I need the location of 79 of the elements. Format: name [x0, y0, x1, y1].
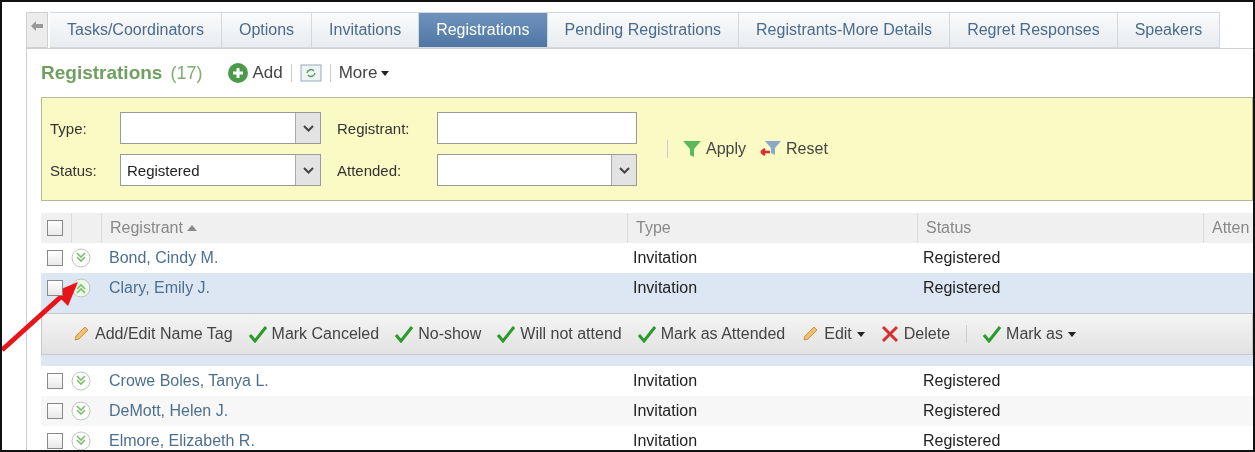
- action-button[interactable]: Will not attend: [497, 325, 622, 343]
- check-icon: [983, 325, 1002, 343]
- refresh-button[interactable]: [299, 64, 322, 82]
- filter-label: Attended:: [337, 161, 403, 179]
- action-button[interactable]: Add/Edit Name Tag: [72, 325, 233, 343]
- caret-icon: [1067, 331, 1076, 337]
- filter-label: Status:: [50, 161, 98, 179]
- tab[interactable]: Tasks/Coordinators: [50, 12, 222, 48]
- expand-icon[interactable]: [71, 431, 91, 450]
- table-cell-text: Registered: [922, 279, 1002, 297]
- table-cell-text: Registered: [922, 372, 1002, 390]
- select-all-checkbox[interactable]: [47, 220, 63, 236]
- filter-select[interactable]: Registered: [120, 154, 321, 186]
- registrant-link[interactable]: DeMott, Helen J.: [101, 402, 627, 420]
- table-row[interactable]: DeMott, Helen J. Invitation Registered: [41, 396, 1253, 426]
- row-checkbox[interactable]: [47, 403, 63, 419]
- table-cell-text: Invitation: [632, 279, 699, 297]
- check-icon: [395, 325, 414, 343]
- tab[interactable]: Speakers: [1117, 12, 1221, 48]
- registrant-link[interactable]: Clary, Emily J.: [101, 279, 627, 297]
- expand-icon[interactable]: [71, 371, 91, 391]
- tab[interactable]: Registrants-More Details: [739, 12, 951, 48]
- table-cell-text: Invitation: [632, 402, 699, 420]
- expand-icon[interactable]: [71, 248, 91, 268]
- chevron-down-icon: [618, 166, 630, 174]
- action-button[interactable]: No-show: [395, 325, 482, 343]
- table-cell-text: Invitation: [632, 249, 699, 267]
- tab[interactable]: Regret Responses: [950, 12, 1118, 48]
- back-button[interactable]: [26, 12, 48, 48]
- arrow-left-icon: [31, 21, 43, 31]
- filter-label: Registrant:: [337, 119, 411, 137]
- table-cell-text: Invitation: [632, 432, 699, 450]
- registrant-link[interactable]: Elmore, Elizabeth R.: [101, 432, 627, 450]
- tab[interactable]: Options: [221, 12, 313, 48]
- close-icon: [880, 325, 899, 343]
- action-button[interactable]: Mark as: [983, 325, 1076, 343]
- filter-label: Type:: [50, 119, 88, 137]
- filter-select[interactable]: [120, 112, 321, 144]
- action-button[interactable]: Delete: [880, 325, 951, 343]
- check-icon: [248, 325, 267, 343]
- table-cell-text: Invitation: [632, 372, 699, 390]
- filter-reset-icon: [760, 139, 783, 159]
- tab[interactable]: Registrations: [419, 12, 548, 48]
- apply-button[interactable]: Apply: [682, 139, 747, 159]
- reset-button[interactable]: Reset: [760, 139, 828, 159]
- pencil-icon: [72, 325, 90, 343]
- row-checkbox[interactable]: [47, 373, 63, 389]
- table-cell-text: Registered: [922, 249, 1002, 267]
- row-checkbox[interactable]: [47, 433, 63, 449]
- filter-select[interactable]: [437, 154, 637, 186]
- record-count: (17): [170, 62, 203, 84]
- filter-icon: [682, 139, 702, 159]
- chevron-down-icon: [302, 124, 314, 132]
- filter-input[interactable]: [437, 112, 637, 144]
- caret-icon: [856, 331, 865, 337]
- row-checkbox[interactable]: [47, 280, 63, 296]
- row-checkbox[interactable]: [47, 250, 63, 266]
- action-button[interactable]: Mark as Attended: [637, 325, 786, 343]
- action-button[interactable]: Mark Canceled: [248, 325, 380, 343]
- registrant-link[interactable]: Crowe Boles, Tanya L.: [101, 372, 627, 390]
- tab[interactable]: Invitations: [312, 12, 420, 48]
- pencil-icon: [801, 325, 820, 343]
- table-cell-text: Registered: [922, 432, 1002, 450]
- check-icon: [637, 325, 656, 343]
- check-icon: [497, 325, 516, 343]
- more-menu-button[interactable]: More: [338, 63, 390, 83]
- table-row[interactable]: Clary, Emily J. Invitation Registered: [41, 273, 1253, 303]
- registrant-link[interactable]: Bond, Cindy M.: [101, 249, 627, 267]
- caret-icon: [381, 70, 390, 76]
- section-title: Registrations: [41, 62, 163, 84]
- action-button[interactable]: Edit: [801, 325, 865, 343]
- plus-icon: [228, 63, 249, 83]
- expand-icon[interactable]: [71, 401, 91, 421]
- chevron-down-icon: [302, 166, 314, 174]
- tab[interactable]: Pending Registrations: [547, 12, 740, 48]
- sort-ascending-icon: [186, 225, 197, 231]
- refresh-icon: [299, 64, 322, 82]
- table-cell-text: Registered: [922, 402, 1002, 420]
- add-button[interactable]: Add: [228, 63, 283, 83]
